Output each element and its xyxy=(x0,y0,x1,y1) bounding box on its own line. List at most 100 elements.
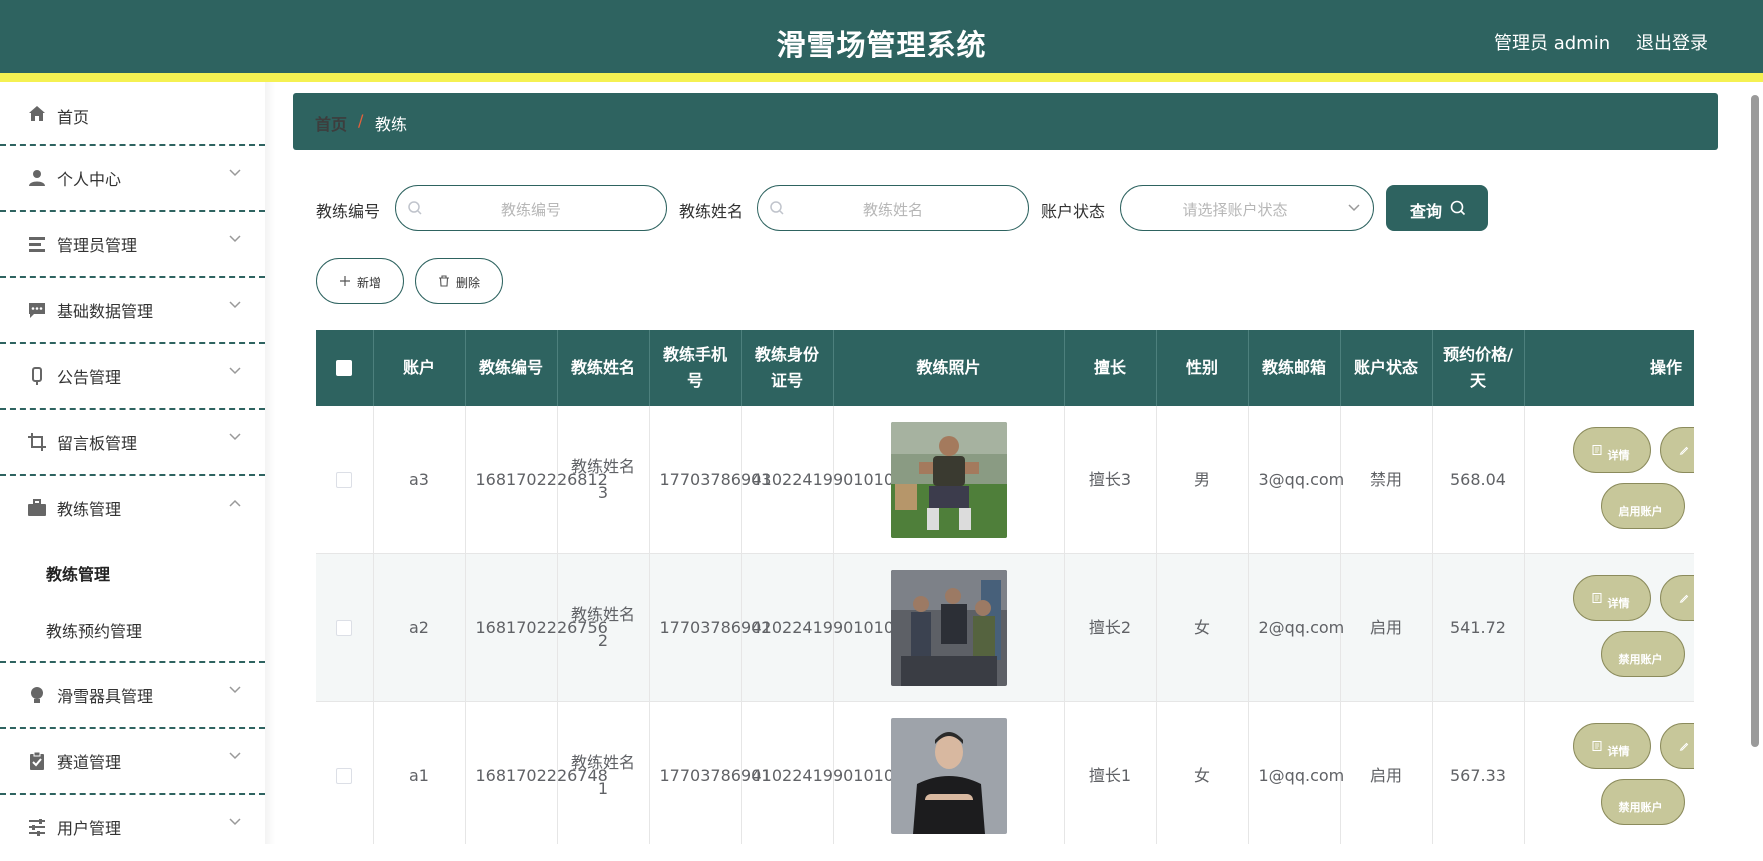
sidebar-item-label: 用户管理 xyxy=(57,819,122,838)
column-header: 账户状态 xyxy=(1340,330,1433,406)
sidebar-item-home[interactable]: 首页 xyxy=(0,82,265,146)
email-cell: 3@qq.com xyxy=(1248,406,1344,554)
status-cell: 启用 xyxy=(1340,553,1433,702)
status-cell: 禁用 xyxy=(1340,406,1433,554)
query-button[interactable]: 查询 xyxy=(1386,185,1488,231)
add-button[interactable]: 新增 xyxy=(316,258,404,304)
edit-button[interactable] xyxy=(1659,427,1694,473)
price-cell: 567.33 xyxy=(1432,701,1525,844)
coach-name-label: 教练姓名 xyxy=(679,202,744,221)
account-cell: a1 xyxy=(373,701,466,844)
column-header: 性别 xyxy=(1156,330,1249,406)
sidebar-item-profile[interactable]: 个人中心 xyxy=(0,146,265,212)
email-cell: 2@qq.com xyxy=(1248,553,1344,702)
sidebar-item-track[interactable]: 赛道管理 xyxy=(0,729,265,795)
price-cell: 541.72 xyxy=(1432,553,1525,702)
home-icon xyxy=(29,106,45,121)
coach-name-cell: 教练姓名1 xyxy=(557,701,650,844)
chevron-down-icon xyxy=(229,686,241,694)
chat-icon xyxy=(29,303,45,318)
query-button-label: 查询 xyxy=(1410,202,1443,221)
chevron-down-icon xyxy=(229,752,241,760)
coach-name-placeholder: 教练姓名 xyxy=(862,201,923,219)
edit-button[interactable] xyxy=(1659,575,1694,621)
sidebar-item-notice[interactable]: 公告管理 xyxy=(0,344,265,410)
coach-code-cell: 1681702226748 xyxy=(465,701,608,844)
row-checkbox[interactable] xyxy=(336,767,353,784)
gender-cell: 男 xyxy=(1156,406,1249,554)
table-row: a1 1681702226748 教练姓名1 17703786901 41022… xyxy=(316,701,1694,844)
column-header: 擅长 xyxy=(1064,330,1157,406)
detail-button[interactable]: 详情 xyxy=(1572,575,1651,621)
person-icon xyxy=(29,170,45,186)
detail-button-label: 详情 xyxy=(1607,597,1630,610)
delete-button[interactable]: 删除 xyxy=(415,258,503,304)
coach-phone-cell: 17703786902 xyxy=(649,553,771,702)
pencil-icon xyxy=(1679,594,1688,603)
account-cell: a2 xyxy=(373,553,466,702)
column-header: 教练姓名 xyxy=(557,330,650,406)
page-scrollbar-thumb[interactable] xyxy=(1751,95,1759,747)
sidebar-item-user[interactable]: 用户管理 xyxy=(0,795,265,861)
sidebar-shadow xyxy=(265,82,275,844)
detail-button[interactable]: 详情 xyxy=(1572,723,1651,769)
coach-name-input[interactable]: 教练姓名 xyxy=(757,185,1029,231)
row-select-cell xyxy=(316,553,374,702)
row-checkbox[interactable] xyxy=(336,471,353,488)
sidebar-item-label: 教练管理 xyxy=(57,500,122,519)
breadcrumb-home[interactable]: 首页 xyxy=(315,111,347,135)
sidebar-item-label: 滑雪器具管理 xyxy=(57,687,154,706)
sidebar-item-ski-equipment[interactable]: 滑雪器具管理 xyxy=(0,663,265,729)
row-checkbox[interactable] xyxy=(336,619,353,636)
email-cell: 1@qq.com xyxy=(1248,701,1344,844)
select-all-checkbox[interactable] xyxy=(336,360,353,376)
account-status-placeholder: 请选择账户状态 xyxy=(1182,201,1288,219)
trash-icon xyxy=(439,275,449,287)
sidebar-item-coach[interactable]: 教练管理 xyxy=(0,476,265,542)
disable-account-button[interactable]: 禁用账户 xyxy=(1600,631,1685,677)
detail-button[interactable]: 详情 xyxy=(1572,427,1651,473)
sidebar-item-message-board[interactable]: 留言板管理 xyxy=(0,410,265,476)
table-header-row: 账户 教练编号 教练姓名 教练手机号 教练身份证号 教练照片 擅长 性别 教练邮… xyxy=(316,330,1694,406)
toggle-account-label: 禁用账户 xyxy=(1618,653,1663,666)
coach-code-input[interactable]: 教练编号 xyxy=(395,185,667,231)
row-select-cell xyxy=(316,406,374,554)
detail-button-label: 详情 xyxy=(1607,449,1630,462)
select-all-cell[interactable] xyxy=(316,330,374,406)
top-header: 滑雪场管理系统 管理员 admin 退出登录 xyxy=(0,0,1763,82)
submenu-coach-booking[interactable]: 教练预约管理 xyxy=(0,599,265,663)
column-header: 账户 xyxy=(373,330,466,406)
enable-account-button[interactable]: 启用账户 xyxy=(1600,483,1685,529)
edit-button[interactable] xyxy=(1659,723,1694,769)
coach-photo[interactable] xyxy=(890,421,1007,538)
toggle-account-label: 启用账户 xyxy=(1618,505,1663,518)
sidebar-item-label: 管理员管理 xyxy=(57,236,138,255)
breadcrumb-current: 教练 xyxy=(375,115,408,134)
sidebar-item-label: 留言板管理 xyxy=(57,434,138,453)
plus-icon xyxy=(340,276,350,286)
document-icon xyxy=(1592,741,1601,751)
table-row: a3 1681702226812 教练姓名3 17703786903 41022… xyxy=(316,406,1694,554)
submenu-label: 教练管理 xyxy=(46,565,111,584)
coach-idcard-cell: 410224199010102003 xyxy=(741,406,935,554)
coach-photo[interactable] xyxy=(890,717,1007,834)
coach-code-placeholder: 教练编号 xyxy=(500,201,561,219)
specialty-cell: 擅长2 xyxy=(1064,553,1157,702)
coach-photo[interactable] xyxy=(890,569,1007,686)
account-status-select[interactable]: 请选择账户状态 xyxy=(1120,185,1374,231)
coach-code-label: 教练编号 xyxy=(316,202,381,221)
submenu-coach-manage[interactable]: 教练管理 xyxy=(0,542,265,600)
sidebar-item-basic-data[interactable]: 基础数据管理 xyxy=(0,278,265,344)
logout-link[interactable]: 退出登录 xyxy=(1636,29,1708,55)
gender-cell: 女 xyxy=(1156,553,1249,702)
row-select-cell xyxy=(316,701,374,844)
chevron-down-icon xyxy=(229,818,241,826)
column-header: 教练编号 xyxy=(465,330,558,406)
chevron-down-icon xyxy=(229,235,241,243)
account-status-label: 账户状态 xyxy=(1041,202,1106,221)
coach-table: 账户 教练编号 教练姓名 教练手机号 教练身份证号 教练照片 擅长 性别 教练邮… xyxy=(316,330,1694,844)
sidebar-item-admin[interactable]: 管理员管理 xyxy=(0,212,265,278)
pencil-icon xyxy=(1679,742,1688,751)
disable-account-button[interactable]: 禁用账户 xyxy=(1600,779,1685,825)
bulletin-icon xyxy=(32,367,42,385)
